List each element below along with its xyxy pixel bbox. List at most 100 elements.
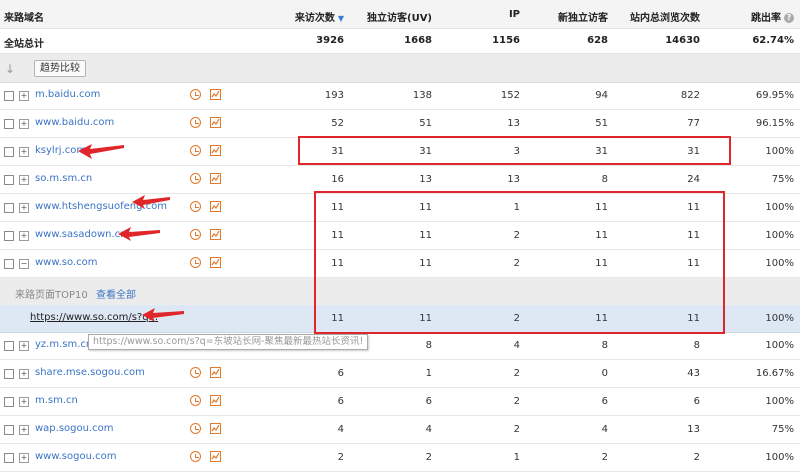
row-checkbox[interactable] bbox=[4, 147, 14, 157]
expand-toggle-icon[interactable]: + bbox=[19, 369, 29, 379]
expand-toggle-icon[interactable]: + bbox=[19, 341, 29, 351]
cell-pageviews: 77 bbox=[687, 118, 700, 129]
domain-link[interactable]: www.sasadown.cn bbox=[35, 229, 126, 240]
cell-uv: 6 bbox=[425, 396, 432, 407]
domain-link[interactable]: yz.m.sm.cn bbox=[35, 339, 92, 350]
cell-bounce-rate: 75% bbox=[771, 424, 794, 435]
trend-toolbar: ↓ 趋势比较 bbox=[0, 54, 800, 83]
history-icon[interactable] bbox=[190, 229, 201, 240]
expand-toggle-icon[interactable]: − bbox=[19, 259, 29, 269]
cell-ip: 1 bbox=[513, 452, 520, 463]
trend-chart-icon[interactable] bbox=[210, 367, 221, 378]
cell-pageviews: 822 bbox=[680, 90, 700, 101]
expand-toggle-icon[interactable]: + bbox=[19, 231, 29, 241]
trend-chart-icon[interactable] bbox=[210, 145, 221, 156]
trend-chart-icon[interactable] bbox=[210, 89, 221, 100]
cell-bounce-rate: 100% bbox=[765, 340, 794, 351]
row-checkbox[interactable] bbox=[4, 91, 14, 101]
cell-pageviews: 6 bbox=[693, 396, 700, 407]
cell-new-visitors: 2 bbox=[601, 452, 608, 463]
annotation-arrow-url bbox=[142, 308, 184, 322]
col-uv[interactable]: 独立访客(UV) bbox=[367, 9, 432, 24]
cell-bounce-rate: 96.15% bbox=[755, 118, 794, 129]
row-checkbox[interactable] bbox=[4, 119, 14, 129]
col-source-domain: 来路域名 bbox=[4, 13, 44, 24]
col-new-visitors[interactable]: 新独立访客 bbox=[558, 9, 608, 24]
view-all-link[interactable]: 查看全部 bbox=[96, 286, 136, 301]
row-checkbox[interactable] bbox=[4, 231, 14, 241]
cell-bounce-rate: 100% bbox=[765, 258, 794, 269]
url-bounce-rate: 100% bbox=[765, 313, 794, 324]
total-row: 全站总计 3926 1668 1156 628 14630 62.74% bbox=[0, 28, 800, 54]
help-icon[interactable]: ? bbox=[784, 13, 794, 23]
domain-link[interactable]: wap.sogou.com bbox=[35, 423, 114, 434]
row-checkbox[interactable] bbox=[4, 175, 14, 185]
history-icon[interactable] bbox=[190, 173, 201, 184]
history-icon[interactable] bbox=[190, 89, 201, 100]
cell-bounce-rate: 100% bbox=[765, 146, 794, 157]
col-bounce-rate-wrap[interactable]: 跳出率? bbox=[751, 9, 794, 24]
sort-desc-icon: ▼ bbox=[337, 14, 344, 23]
referrer-page-link[interactable]: https://www.so.com/s?q... bbox=[30, 312, 158, 323]
history-icon[interactable] bbox=[190, 117, 201, 128]
history-icon[interactable] bbox=[190, 451, 201, 462]
annotation-arrow-sasadown bbox=[118, 227, 160, 241]
domain-link[interactable]: www.sogou.com bbox=[35, 451, 116, 462]
expand-toggle-icon[interactable]: + bbox=[19, 425, 29, 435]
trend-chart-icon[interactable] bbox=[210, 257, 221, 268]
cell-visits: 6 bbox=[337, 396, 344, 407]
domain-link[interactable]: share.mse.sogou.com bbox=[35, 367, 145, 378]
history-icon[interactable] bbox=[190, 395, 201, 406]
cell-bounce-rate: 16.67% bbox=[755, 368, 794, 379]
cell-visits: 193 bbox=[324, 90, 344, 101]
trend-chart-icon[interactable] bbox=[210, 451, 221, 462]
history-icon[interactable] bbox=[190, 145, 201, 156]
col-pageviews[interactable]: 站内总浏览次数 bbox=[630, 9, 700, 24]
col-visits: 来访次数 bbox=[294, 13, 335, 24]
domain-link[interactable]: www.so.com bbox=[35, 257, 98, 268]
expand-toggle-icon[interactable]: + bbox=[19, 397, 29, 407]
row-checkbox[interactable] bbox=[4, 369, 14, 379]
cell-bounce-rate: 75% bbox=[771, 174, 794, 185]
trend-chart-icon[interactable] bbox=[210, 423, 221, 434]
cell-visits: 16 bbox=[331, 174, 344, 185]
cell-pageviews: 8 bbox=[693, 340, 700, 351]
expand-toggle-icon[interactable]: + bbox=[19, 175, 29, 185]
trend-chart-icon[interactable] bbox=[210, 173, 221, 184]
cell-new-visitors: 8 bbox=[601, 340, 608, 351]
col-ip[interactable]: IP bbox=[509, 9, 520, 20]
row-checkbox[interactable] bbox=[4, 203, 14, 213]
expand-toggle-icon[interactable]: + bbox=[19, 147, 29, 157]
trend-chart-icon[interactable] bbox=[210, 229, 221, 240]
history-icon[interactable] bbox=[190, 367, 201, 378]
domain-link[interactable]: m.baidu.com bbox=[35, 89, 100, 100]
cell-pageviews: 13 bbox=[687, 424, 700, 435]
domain-link[interactable]: so.m.sm.cn bbox=[35, 173, 92, 184]
domain-link[interactable]: www.baidu.com bbox=[35, 117, 114, 128]
row-checkbox[interactable] bbox=[4, 397, 14, 407]
row-checkbox[interactable] bbox=[4, 425, 14, 435]
cell-bounce-rate: 69.95% bbox=[755, 90, 794, 101]
history-icon[interactable] bbox=[190, 423, 201, 434]
trend-chart-icon[interactable] bbox=[210, 117, 221, 128]
expand-toggle-icon[interactable]: + bbox=[19, 203, 29, 213]
trend-compare-button[interactable]: 趋势比较 bbox=[34, 60, 86, 77]
history-icon[interactable] bbox=[190, 257, 201, 268]
cell-pageviews: 2 bbox=[693, 452, 700, 463]
total-bounce-rate: 62.74% bbox=[752, 35, 794, 46]
cell-ip: 13 bbox=[507, 118, 520, 129]
trend-chart-icon[interactable] bbox=[210, 395, 221, 406]
cell-uv: 51 bbox=[419, 118, 432, 129]
table-row: + wap.sogou.com 4 4 2 4 13 75% bbox=[0, 416, 800, 444]
row-checkbox[interactable] bbox=[4, 341, 14, 351]
expand-toggle-icon[interactable]: + bbox=[19, 91, 29, 101]
expand-toggle-icon[interactable]: + bbox=[19, 119, 29, 129]
history-icon[interactable] bbox=[190, 201, 201, 212]
col-visits-sort[interactable]: 来访次数 ▼ bbox=[295, 9, 344, 24]
trend-chart-icon[interactable] bbox=[210, 201, 221, 212]
cell-uv: 8 bbox=[425, 340, 432, 351]
cell-new-visitors: 6 bbox=[601, 396, 608, 407]
row-checkbox[interactable] bbox=[4, 259, 14, 269]
domain-link[interactable]: m.sm.cn bbox=[35, 395, 78, 406]
table-row: + m.sm.cn 6 6 2 6 6 100% bbox=[0, 388, 800, 416]
